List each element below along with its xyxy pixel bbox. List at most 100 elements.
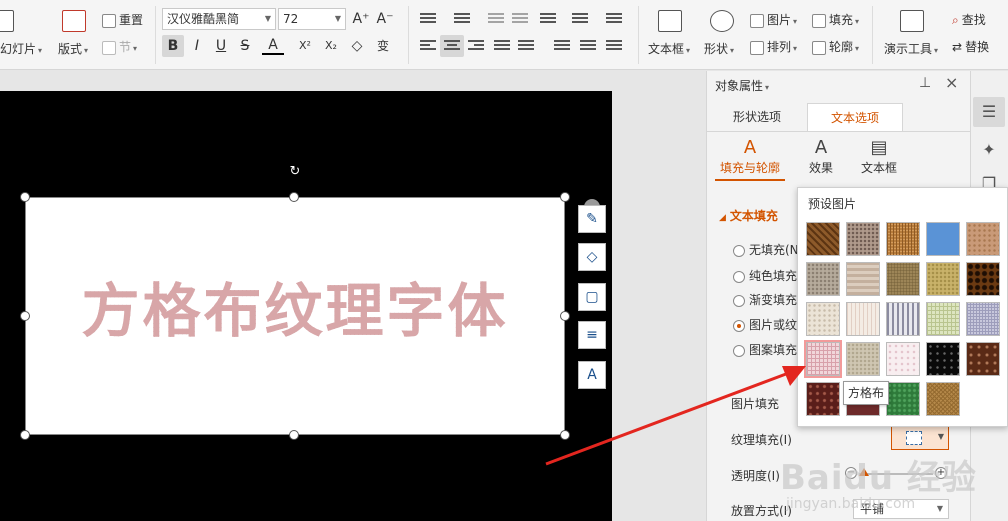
- outline-button[interactable]: 轮廓 ▾: [812, 38, 859, 55]
- textbox-icon[interactable]: [658, 10, 682, 32]
- layout-button[interactable]: 版式 ▾: [58, 40, 88, 57]
- close-icon[interactable]: ×: [945, 73, 958, 92]
- clear-format-button[interactable]: ◇: [346, 35, 368, 57]
- texture-swatch[interactable]: [886, 262, 920, 296]
- texture-swatch[interactable]: [926, 382, 960, 416]
- divider: [707, 131, 971, 132]
- texture-swatch[interactable]: [966, 262, 1000, 296]
- text-box[interactable]: 方格布纹理字体: [25, 197, 565, 435]
- bold-button[interactable]: B: [162, 35, 184, 57]
- texture-swatch[interactable]: [966, 302, 1000, 336]
- resize-handle-top-right[interactable]: [560, 192, 570, 202]
- justify-icon[interactable]: [494, 40, 510, 52]
- align-center-button[interactable]: [440, 35, 464, 57]
- column-icon[interactable]: [580, 40, 596, 52]
- section-button[interactable]: 节 ▾: [102, 38, 137, 55]
- tab-shape-options[interactable]: 形状选项: [707, 103, 807, 131]
- properties-sliders-icon[interactable]: ☰: [973, 97, 1005, 127]
- superscript-button[interactable]: X²: [294, 35, 316, 57]
- texture-swatch[interactable]: [806, 222, 840, 256]
- distribute-icon[interactable]: [518, 40, 534, 52]
- texture-swatch[interactable]: [886, 342, 920, 376]
- texture-swatch[interactable]: [886, 222, 920, 256]
- texture-swatch[interactable]: [846, 262, 880, 296]
- layout-icon[interactable]: [62, 10, 86, 32]
- decrease-indent-icon[interactable]: [488, 13, 504, 25]
- resize-handle-top-left[interactable]: [20, 192, 30, 202]
- reset-button[interactable]: 重置: [102, 11, 143, 28]
- texture-swatch[interactable]: [806, 262, 840, 296]
- slide[interactable]: 方格布纹理字体 ↻ − ✎ ◇ ▢ ≡ A: [0, 91, 612, 521]
- replace-button[interactable]: ⇄ 替换: [952, 38, 989, 55]
- presentation-tools-button[interactable]: 演示工具 ▾: [884, 40, 938, 57]
- paragraph-spacing-icon[interactable]: [554, 40, 570, 52]
- strikethrough-button[interactable]: S: [234, 35, 256, 57]
- find-button[interactable]: ⌕ 查找: [952, 11, 986, 28]
- slides-button[interactable]: 幻灯片 ▾: [0, 40, 42, 57]
- texture-swatch[interactable]: [886, 382, 920, 416]
- texture-swatch[interactable]: [846, 302, 880, 336]
- texture-swatch[interactable]: [966, 342, 1000, 376]
- resize-handle-left[interactable]: [20, 311, 30, 321]
- bullets-icon[interactable]: [420, 13, 436, 25]
- radio-no-fill[interactable]: 无填充(N: [733, 241, 799, 258]
- texture-swatch[interactable]: [926, 342, 960, 376]
- shape-icon[interactable]: [710, 10, 734, 32]
- numbering-icon[interactable]: [454, 13, 470, 25]
- texture-swatch[interactable]: [926, 302, 960, 336]
- subtab-textbox[interactable]: ▤ 文本框: [855, 137, 903, 176]
- pin-icon[interactable]: ⊥: [919, 75, 931, 91]
- line-spacing-icon[interactable]: [572, 13, 588, 25]
- underline-button[interactable]: U: [210, 35, 232, 57]
- text-direction-icon[interactable]: [606, 13, 622, 25]
- fill-button[interactable]: 填充 ▾: [812, 11, 859, 28]
- text-fill-section-header[interactable]: ◢ 文本填充: [719, 207, 778, 224]
- text-align-icon[interactable]: [606, 40, 622, 52]
- texture-swatch[interactable]: [806, 302, 840, 336]
- texture-swatch[interactable]: [886, 302, 920, 336]
- text-fill-icon: A: [743, 137, 757, 158]
- radio-gradient-fill[interactable]: 渐变填充: [733, 291, 797, 308]
- picture-button[interactable]: 图片 ▾: [750, 11, 797, 28]
- font-size-select[interactable]: 72 ▼: [278, 8, 346, 30]
- font-name-select[interactable]: 汉仪雅酷黑简 ▼: [162, 8, 276, 30]
- grow-font-button[interactable]: A⁺: [350, 8, 372, 30]
- pin-icon[interactable]: ✦: [973, 135, 1005, 165]
- subtab-effect[interactable]: A 效果: [801, 137, 841, 176]
- slide-text[interactable]: 方格布纹理字体: [26, 264, 564, 348]
- new-slide-icon[interactable]: [0, 10, 14, 32]
- shape-button[interactable]: 形状 ▾: [704, 40, 734, 57]
- align-right-icon[interactable]: [468, 40, 484, 52]
- texture-swatch[interactable]: [926, 222, 960, 256]
- sort-icon[interactable]: [540, 13, 556, 25]
- text-wrap-icon[interactable]: ≡: [578, 321, 606, 349]
- align-left-icon[interactable]: [420, 40, 436, 52]
- brush-icon[interactable]: ✎: [578, 205, 606, 233]
- texture-swatch[interactable]: [966, 222, 1000, 256]
- panel-title[interactable]: 对象属性 ▾: [715, 77, 769, 94]
- fill-icon[interactable]: ◇: [578, 243, 606, 271]
- resize-handle-bottom[interactable]: [289, 430, 299, 440]
- textbox-button[interactable]: 文本框 ▾: [648, 40, 690, 57]
- font-color-button[interactable]: A: [262, 35, 284, 55]
- texture-swatch[interactable]: [846, 222, 880, 256]
- tab-text-options[interactable]: 文本选项: [807, 103, 903, 131]
- resize-handle-top[interactable]: [289, 192, 299, 202]
- shrink-font-button[interactable]: A⁻: [374, 8, 396, 30]
- radio-picture-fill[interactable]: 图片或纹: [733, 316, 797, 333]
- texture-swatch[interactable]: [846, 342, 880, 376]
- resize-handle-bottom-left[interactable]: [20, 430, 30, 440]
- presentation-tools-icon[interactable]: [900, 10, 924, 32]
- radio-pattern-fill[interactable]: 图案填充: [733, 341, 797, 358]
- subscript-button[interactable]: X₂: [320, 35, 342, 57]
- italic-button[interactable]: I: [186, 35, 208, 57]
- rotate-handle-icon[interactable]: ↻: [288, 165, 302, 179]
- resize-handle-right[interactable]: [560, 311, 570, 321]
- radio-solid-fill[interactable]: 纯色填充: [733, 267, 797, 284]
- subtab-fill-outline[interactable]: A 填充与轮廓: [715, 137, 785, 181]
- pinyin-button[interactable]: 变: [372, 35, 394, 57]
- border-icon[interactable]: ▢: [578, 283, 606, 311]
- increase-indent-icon[interactable]: [512, 13, 528, 25]
- texture-swatch[interactable]: [926, 262, 960, 296]
- arrange-button[interactable]: 排列 ▾: [750, 38, 797, 55]
